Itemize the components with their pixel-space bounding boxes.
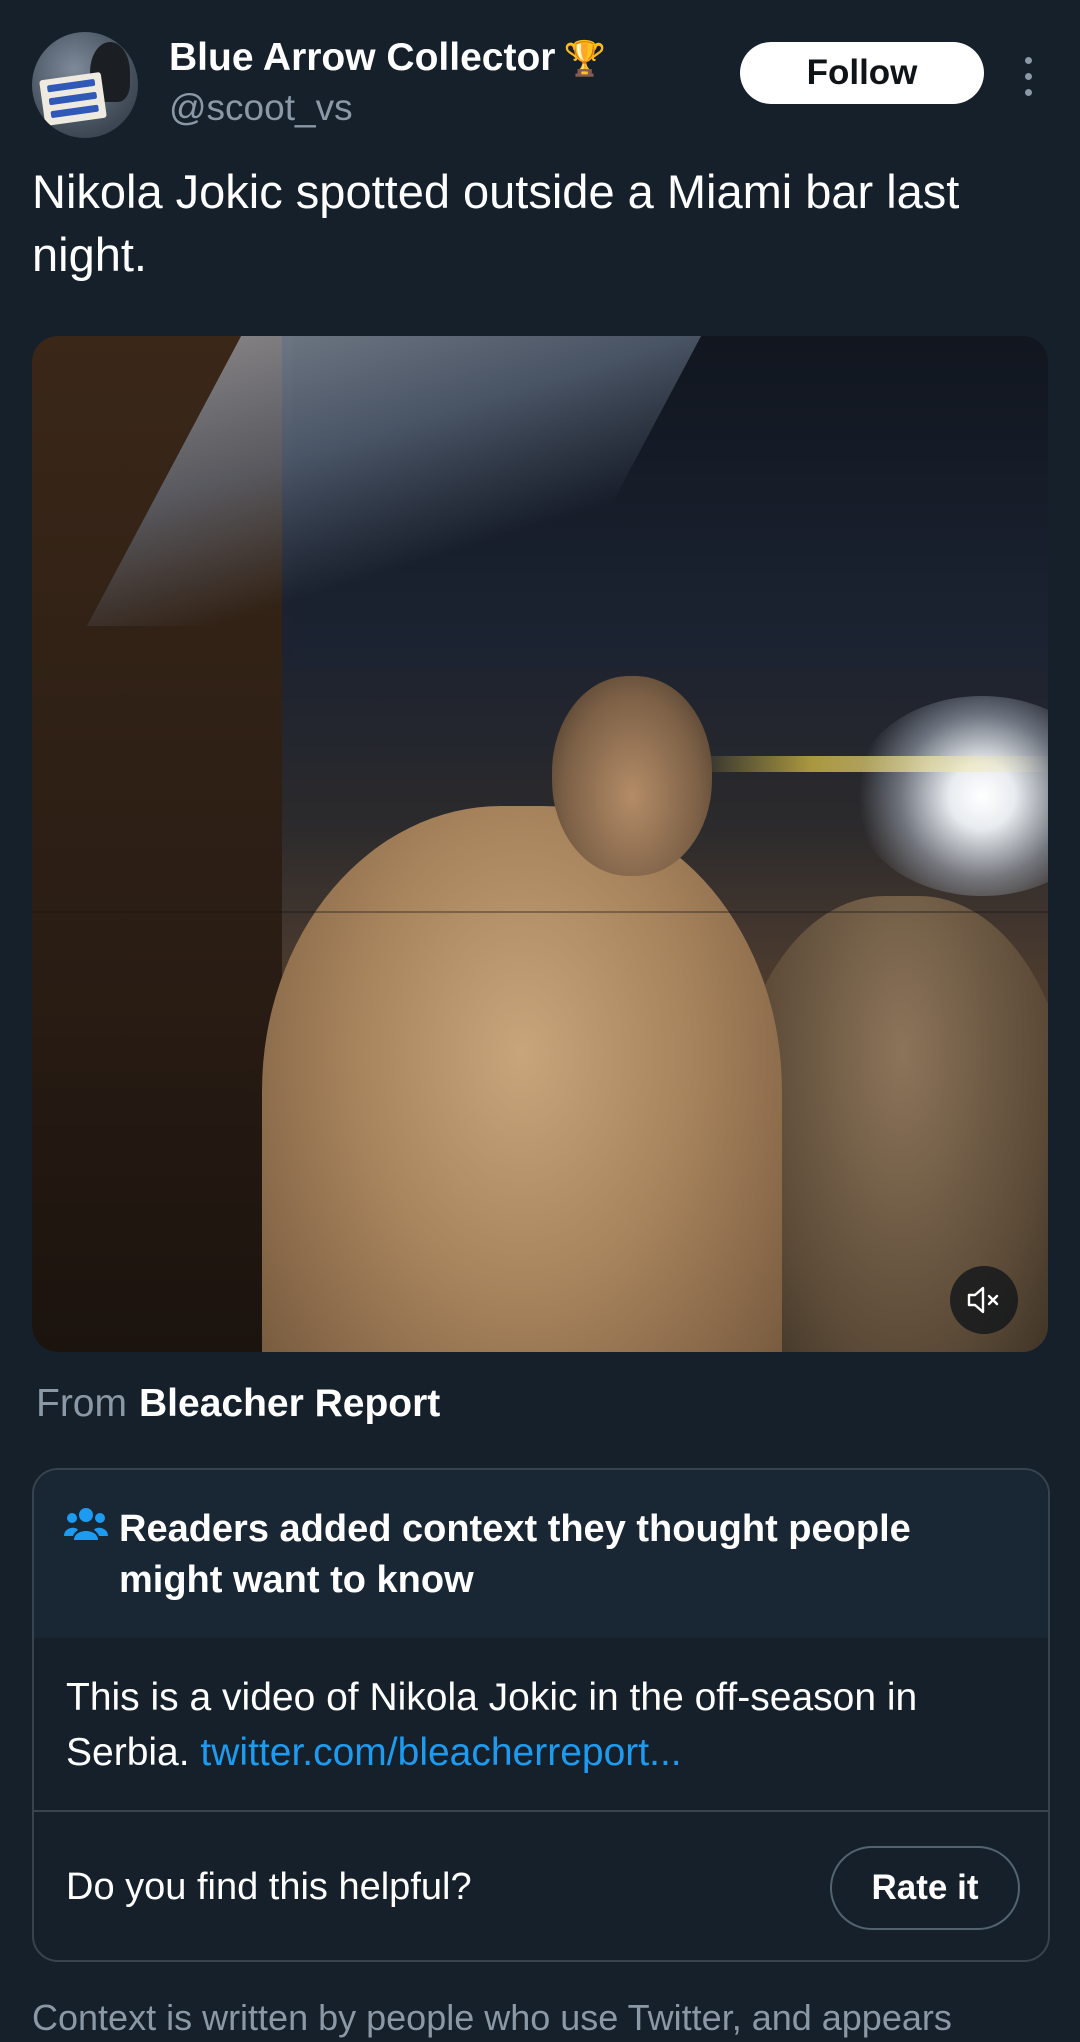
tweet-text: Nikola Jokic spotted outside a Miami bar… [32, 165, 960, 281]
video-frame-light-strip [692, 756, 1048, 772]
note-body: This is a video of Nikola Jokic in the o… [66, 1670, 1026, 1780]
avatar[interactable] [32, 32, 138, 138]
video-frame-body [262, 806, 782, 1352]
note-link[interactable]: twitter.com/bleacherreport... [200, 1731, 681, 1774]
mute-button[interactable] [950, 1266, 1018, 1334]
follow-button[interactable]: Follow [740, 42, 984, 104]
mute-icon [967, 1286, 999, 1314]
note-title: Readers added context they thought peopl… [119, 1508, 911, 1601]
video-frame-head [552, 676, 712, 876]
tweet-header: Blue Arrow Collector 🏆 @scoot_vs Follow [32, 32, 1048, 138]
video-frame-seam [32, 911, 1048, 913]
video-source[interactable]: From Bleacher Report [36, 1378, 440, 1430]
community-note: Readers added context they thought peopl… [32, 1468, 1050, 1962]
source-prefix: From [36, 1382, 127, 1425]
display-name[interactable]: Blue Arrow Collector 🏆 [169, 32, 606, 85]
note-divider [34, 1810, 1048, 1812]
author-block[interactable]: Blue Arrow Collector 🏆 @scoot_vs [169, 32, 606, 131]
source-name[interactable]: Bleacher Report [139, 1382, 440, 1425]
rate-it-button[interactable]: Rate it [830, 1846, 1020, 1930]
handle[interactable]: @scoot_vs [169, 85, 606, 131]
more-options-icon[interactable] [1016, 52, 1040, 100]
video-player[interactable] [32, 336, 1048, 1352]
trophy-icon: 🏆 [563, 39, 606, 79]
helpful-question: Do you find this helpful? [66, 1866, 472, 1908]
note-disclaimer: Context is written by people who use Twi… [32, 1997, 952, 2038]
video-frame-light [852, 696, 1048, 896]
avatar-sign [39, 71, 107, 127]
note-header: Readers added context they thought peopl… [34, 1470, 1048, 1638]
display-name-text[interactable]: Blue Arrow Collector [169, 36, 555, 79]
people-icon [64, 1508, 108, 1540]
